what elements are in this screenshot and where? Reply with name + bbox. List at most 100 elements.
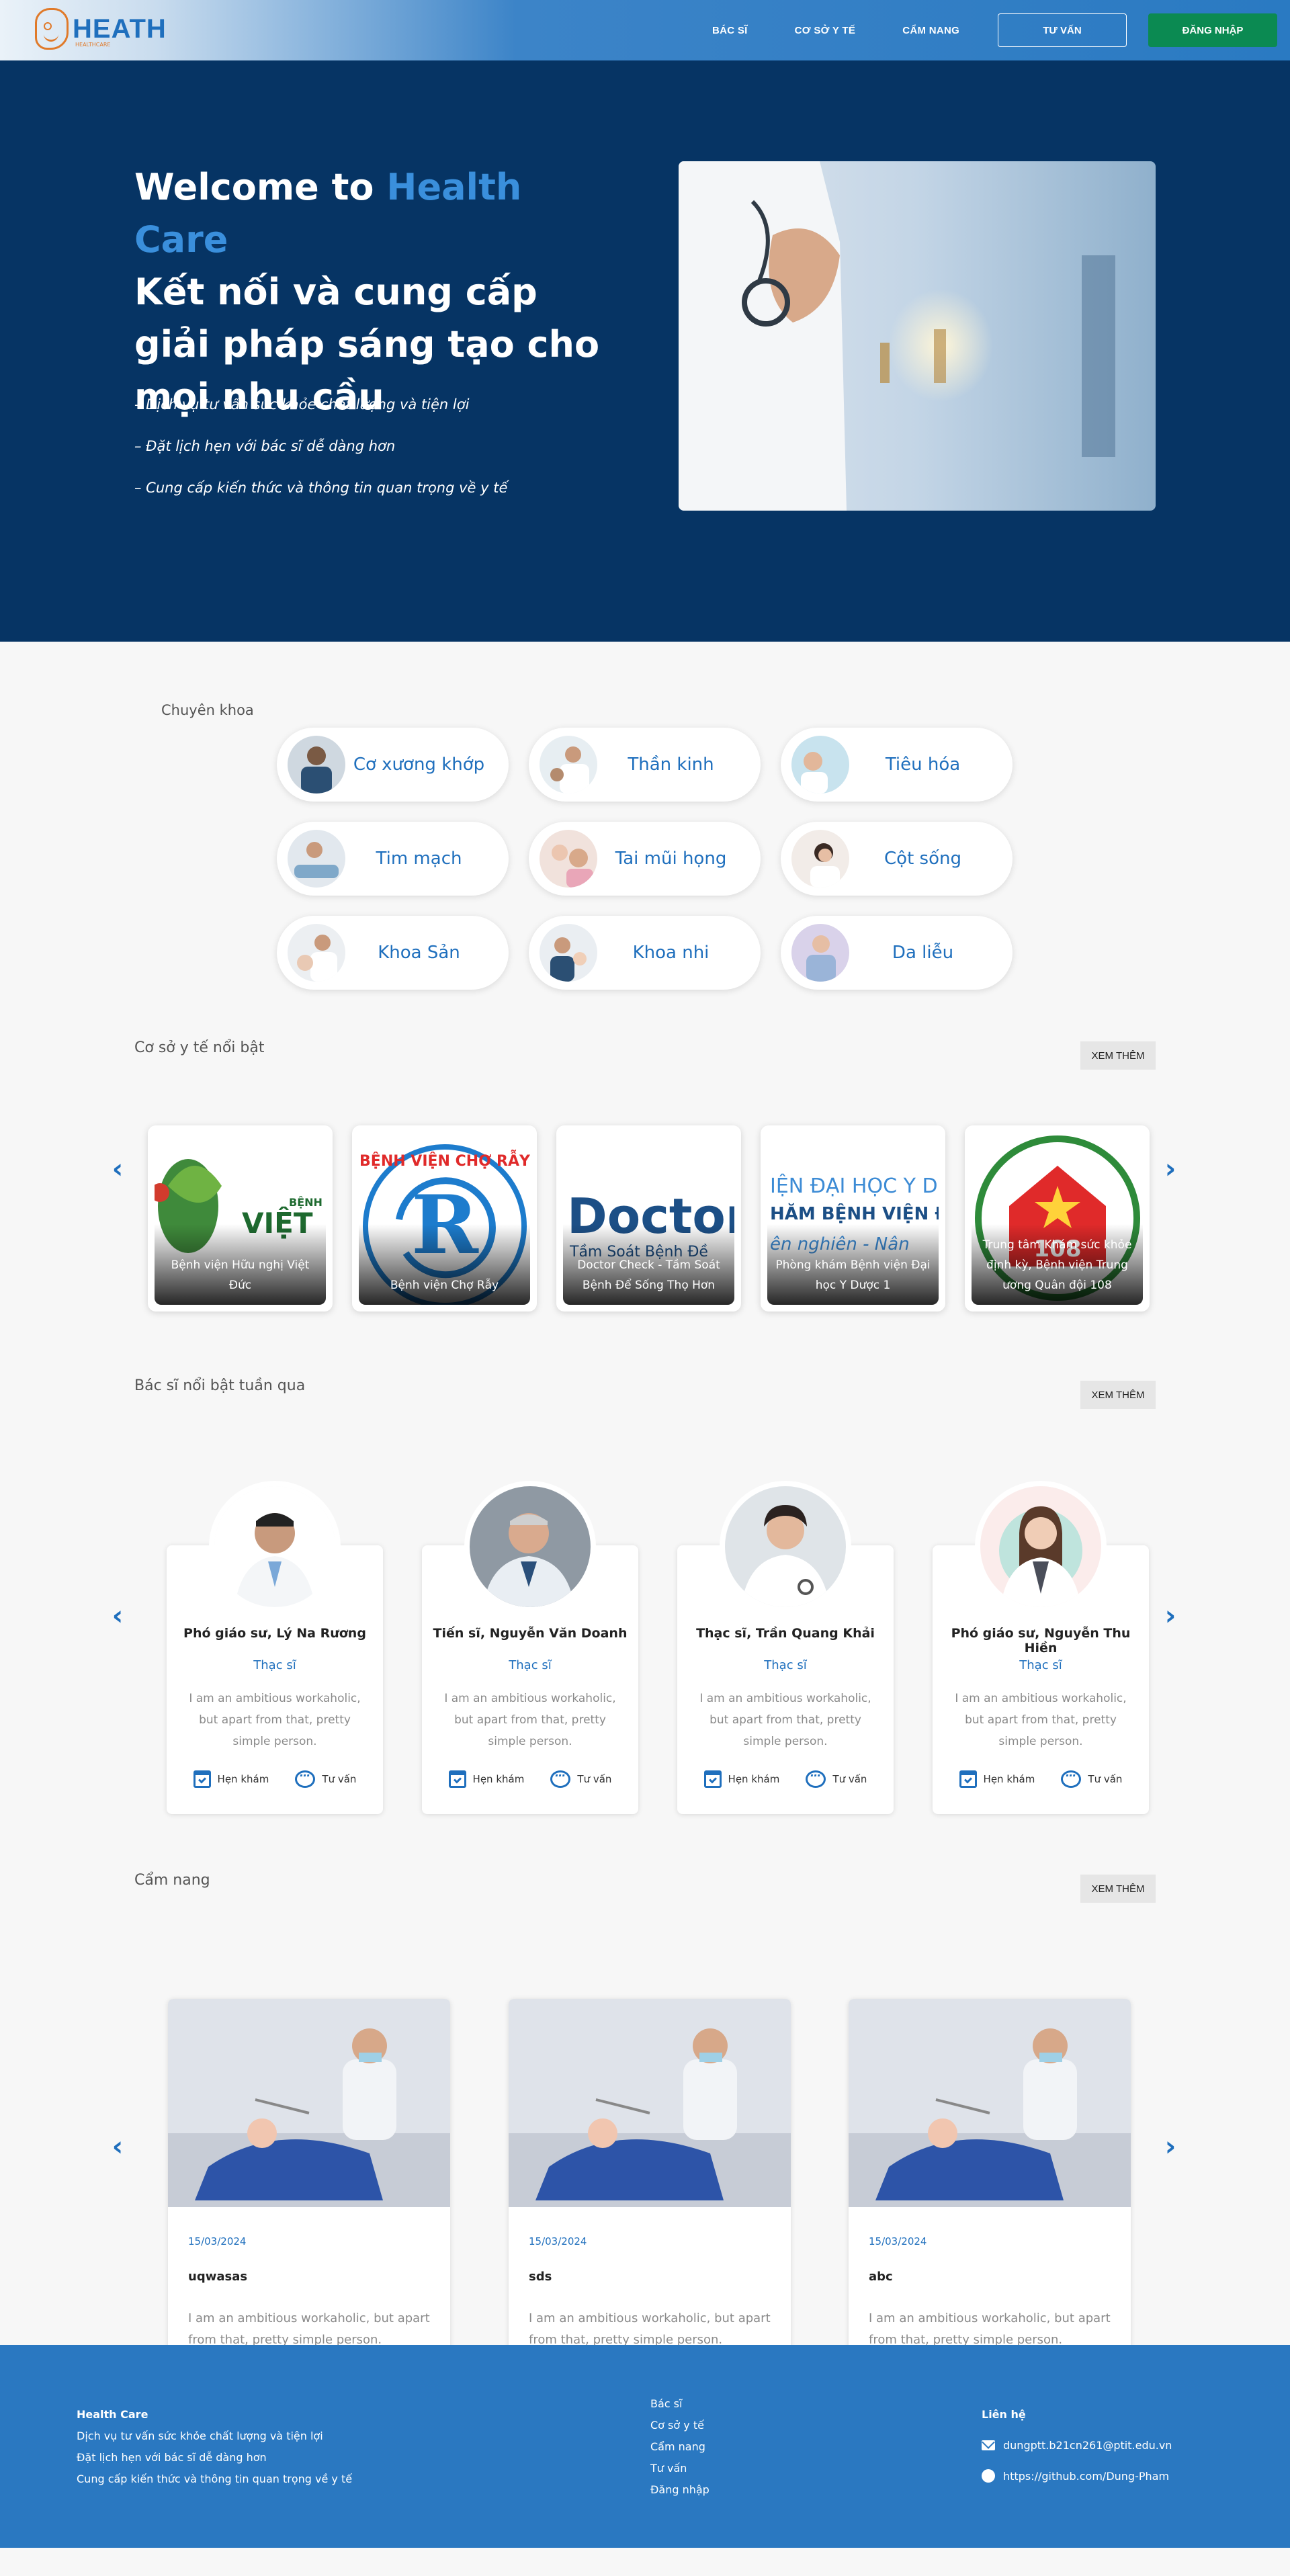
footer-link-handbook[interactable]: Cẩm nang xyxy=(650,2436,710,2458)
facilities-section: Cơ sở y tế nổi bật XEM THÊM ‹ › VIỆT BỆNH… xyxy=(0,1031,1290,1371)
next-arrow-icon[interactable]: › xyxy=(1160,1602,1180,1629)
specialty-thumbnail xyxy=(791,830,849,888)
article-card[interactable]: 15/03/2024 abc I am an ambitious workaho… xyxy=(849,1999,1131,2372)
specialty-card[interactable]: Tai mũi họng xyxy=(529,822,761,896)
facility-name: Doctor Check - Tầm Soát Bệnh Để Sống Thọ… xyxy=(563,1224,734,1305)
facility-name: Trung tâm Khám sức khỏe định kỳ, Bệnh vi… xyxy=(972,1224,1143,1305)
doctor-degree: Thạc sĩ xyxy=(1019,1658,1062,1672)
svg-text:HĂM BỆNH VIỆN ĐẠ: HĂM BỆNH VIỆN ĐẠ xyxy=(770,1203,939,1224)
facility-card[interactable]: BỆNH VIỆN CHỢ RẪYR Bệnh viện Chợ Rẫy xyxy=(352,1125,537,1312)
specialty-card[interactable]: Thần kinh xyxy=(529,728,761,802)
hero-bullet: – Cung cấp kiến thức và thông tin quan t… xyxy=(134,480,508,496)
specialty-card[interactable]: Cơ xương khớp xyxy=(277,728,509,802)
footer-about-line: Cung cấp kiến thức và thông tin quan trọ… xyxy=(77,2473,353,2485)
facility-image: DoctorTầm Soát Bệnh Đề Doctor Check - Tầ… xyxy=(563,1132,734,1305)
facility-card[interactable]: IỆN ĐẠI HỌC Y DHĂM BỆNH VIỆN ĐẠên nghiên… xyxy=(761,1125,945,1312)
footer-link-login[interactable]: Đăng nhập xyxy=(650,2479,710,2501)
specialty-name: Khoa nhi xyxy=(632,943,710,963)
logo[interactable]: HEATH HEALTHCARE xyxy=(35,8,167,50)
see-more-button[interactable]: XEM THÊM xyxy=(1080,1381,1156,1409)
github-icon xyxy=(982,2469,995,2483)
prev-arrow-icon[interactable]: ‹ xyxy=(108,1156,128,1183)
hero-title-prefix: Welcome to xyxy=(134,166,387,208)
doctor-description: I am an ambitious workaholic, but apart … xyxy=(955,1692,1127,1748)
doctor-degree: Thạc sĩ xyxy=(253,1658,296,1672)
facility-card[interactable]: 108 Trung tâm Khám sức khỏe định kỳ, Bện… xyxy=(965,1125,1150,1312)
specialty-name: Khoa Sản xyxy=(378,943,460,963)
footer-link-doctors[interactable]: Bác sĩ xyxy=(650,2393,710,2415)
article-card[interactable]: 15/03/2024 uqwasas I am an ambitious wor… xyxy=(168,1999,450,2372)
specialty-card[interactable]: Khoa nhi xyxy=(529,916,761,990)
nav-doctors[interactable]: BÁC SĨ xyxy=(712,25,748,36)
next-arrow-icon[interactable]: › xyxy=(1160,1156,1180,1183)
see-more-button[interactable]: XEM THÊM xyxy=(1080,1041,1156,1070)
specialty-name: Cột sống xyxy=(884,849,961,869)
specialty-thumbnail xyxy=(540,830,597,888)
doctor-actions: Hẹn khám Tư vấn xyxy=(167,1769,383,1788)
doctor-degree: Thạc sĩ xyxy=(509,1658,552,1672)
footer-email: dungptt.b21cn261@ptit.edu.vn xyxy=(1003,2439,1172,2452)
specialty-name: Thần kinh xyxy=(628,755,714,775)
article-title: abc xyxy=(869,2270,893,2284)
consult-chat-button[interactable]: Tư vấn xyxy=(550,1769,612,1788)
consult-button[interactable]: TƯ VẤN xyxy=(998,13,1127,47)
nav-facilities[interactable]: CƠ SỞ Y TẾ xyxy=(795,25,856,36)
see-more-button[interactable]: XEM THÊM xyxy=(1080,1875,1156,1903)
specialty-card[interactable]: Tiêu hóa xyxy=(781,728,1013,802)
calendar-icon xyxy=(959,1770,977,1788)
consult-chat-button[interactable]: Tư vấn xyxy=(295,1769,356,1788)
calendar-icon xyxy=(193,1770,211,1788)
section-title: Cẩm nang xyxy=(134,1872,210,1889)
footer-contact: Liên hệ dungptt.b21cn261@ptit.edu.vn htt… xyxy=(982,2404,1172,2487)
footer-email-row[interactable]: dungptt.b21cn261@ptit.edu.vn xyxy=(982,2435,1172,2456)
doctors-section: Bác sĩ nổi bật tuần qua XEM THÊM ‹ › Phó… xyxy=(0,1371,1290,1868)
hero-bullet: – Đặt lịch hẹn với bác sĩ dễ dàng hơn xyxy=(134,438,396,454)
chat-icon xyxy=(1061,1769,1082,1788)
book-appointment-button[interactable]: Hẹn khám xyxy=(703,1770,780,1788)
footer-github-row[interactable]: https://github.com/Dung-Pham xyxy=(982,2466,1172,2487)
doctor-avatar xyxy=(214,1486,335,1607)
facility-card[interactable]: DoctorTầm Soát Bệnh Đề Doctor Check - Tầ… xyxy=(556,1125,741,1312)
login-button[interactable]: ĐĂNG NHẬP xyxy=(1148,13,1277,47)
consult-label: Tư vấn xyxy=(577,1773,612,1785)
specialty-thumbnail xyxy=(540,924,597,982)
specialty-name: Tiêu hóa xyxy=(885,755,961,775)
footer-link-facilities[interactable]: Cơ sở y tế xyxy=(650,2415,710,2436)
envelope-icon xyxy=(982,2440,995,2450)
doctor-description: I am an ambitious workaholic, but apart … xyxy=(444,1692,616,1748)
logo-subtitle: HEALTHCARE xyxy=(75,42,111,48)
calendar-icon xyxy=(448,1770,466,1788)
book-appointment-button[interactable]: Hẹn khám xyxy=(193,1770,269,1788)
consult-chat-button[interactable]: Tư vấn xyxy=(806,1769,867,1788)
footer-link-consult[interactable]: Tư vấn xyxy=(650,2458,710,2479)
prev-arrow-icon[interactable]: ‹ xyxy=(108,2133,128,2160)
consult-chat-button[interactable]: Tư vấn xyxy=(1061,1769,1122,1788)
doctor-card[interactable]: Tiến sĩ, Nguyễn Văn Doanh Thạc sĩ I am a… xyxy=(422,1486,638,1814)
doctor-card[interactable]: Phó giáo sư, Lý Na Rương Thạc sĩ I am an… xyxy=(167,1486,383,1814)
book-appointment-button[interactable]: Hẹn khám xyxy=(448,1770,524,1788)
footer-contact-title: Liên hệ xyxy=(982,2408,1026,2421)
hero-bullets: – Dịch vụ tư vấn sức khỏe chất lượng và … xyxy=(134,396,507,521)
svg-text:BỆNH VIỆN CHỢ RẪY: BỆNH VIỆN CHỢ RẪY xyxy=(359,1150,530,1170)
specialty-card[interactable]: Tim mạch xyxy=(277,822,509,896)
specialty-thumbnail xyxy=(288,924,345,982)
specialty-name: Cơ xương khớp xyxy=(353,755,485,775)
doctor-card[interactable]: Phó giáo sư, Nguyễn Thu Hiền Thạc sĩ I a… xyxy=(933,1486,1149,1814)
doctor-card[interactable]: Thạc sĩ, Trần Quang Khải Thạc sĩ I am an… xyxy=(677,1486,894,1814)
prev-arrow-icon[interactable]: ‹ xyxy=(108,1602,128,1629)
facility-card[interactable]: VIỆTBỆNH VIỆ Bệnh viện Hữu nghị Việt Đức xyxy=(148,1125,333,1312)
book-appointment-button[interactable]: Hẹn khám xyxy=(959,1770,1035,1788)
site-header: HEATH HEALTHCARE BÁC SĨ CƠ SỞ Y TẾ CẨM N… xyxy=(0,0,1290,60)
article-title: sds xyxy=(529,2270,552,2284)
main-nav: BÁC SĨ CƠ SỞ Y TẾ CẨM NANG xyxy=(712,0,1006,60)
doctor-name: Phó giáo sư, Lý Na Rương xyxy=(183,1626,366,1641)
nav-handbook[interactable]: CẨM NANG xyxy=(902,25,959,36)
specialty-card[interactable]: Khoa Sản xyxy=(277,916,509,990)
book-label: Hẹn khám xyxy=(728,1773,780,1785)
specialty-card[interactable]: Da liễu xyxy=(781,916,1013,990)
specialty-card[interactable]: Cột sống xyxy=(781,822,1013,896)
article-card[interactable]: 15/03/2024 sds I am an ambitious workaho… xyxy=(509,1999,791,2372)
hero-title: Welcome to Health Care Kết nối và cung c… xyxy=(134,161,618,423)
doctor-avatar xyxy=(470,1486,591,1607)
next-arrow-icon[interactable]: › xyxy=(1160,2133,1180,2160)
